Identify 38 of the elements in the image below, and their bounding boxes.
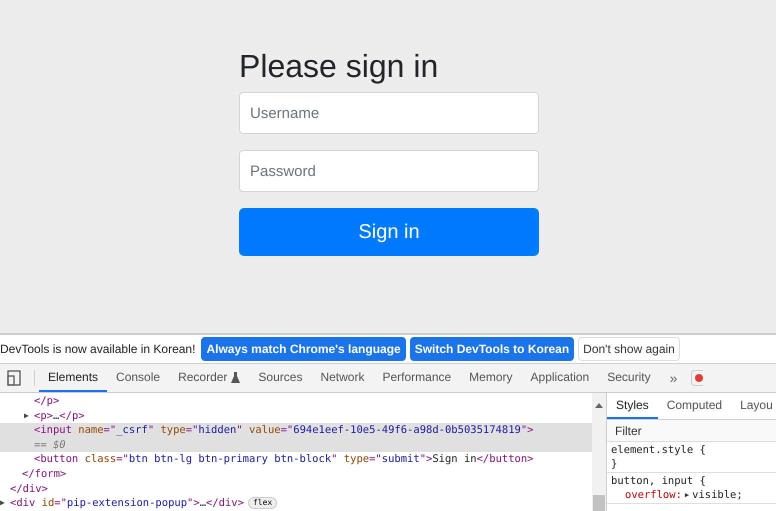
- css-selector: button, input {: [611, 474, 707, 488]
- username-field[interactable]: Username: [239, 92, 539, 134]
- devtools-tab[interactable]: Memory: [460, 364, 522, 392]
- error-icon: [691, 370, 704, 386]
- styles-tab[interactable]: Computed: [658, 393, 732, 419]
- dom-node[interactable]: </p>: [34, 394, 60, 409]
- dom-node[interactable]: <div id="pip-extension-popup">…</div>: [10, 496, 244, 511]
- css-value: visible;: [692, 488, 743, 502]
- devtools-tab[interactable]: Sources: [249, 364, 312, 392]
- dom-node[interactable]: </div>: [10, 482, 48, 496]
- flex-badge[interactable]: flex: [248, 497, 278, 510]
- styles-tab[interactable]: Layou: [731, 393, 776, 419]
- devtools-tab[interactable]: Performance: [373, 364, 460, 392]
- dom-node[interactable]: </form>: [22, 466, 66, 482]
- devtools-tab[interactable]: Network: [311, 364, 374, 392]
- banner-message: DevTools is now available in Korean!: [0, 342, 196, 356]
- devtools-tab[interactable]: Security: [598, 364, 660, 392]
- password-field[interactable]: Password: [239, 150, 539, 192]
- devtools-tab[interactable]: Elements: [39, 364, 108, 392]
- banner-button[interactable]: Switch DevTools to Korean: [410, 337, 574, 361]
- device-toolbar-icon[interactable]: [6, 370, 22, 386]
- expand-arrow[interactable]: ▶: [0, 496, 10, 511]
- more-tabs-button[interactable]: »: [660, 364, 688, 392]
- scrollbar[interactable]: [592, 393, 607, 511]
- devtools-tab[interactable]: Application: [522, 364, 598, 392]
- sign-in-button[interactable]: Sign in: [239, 208, 539, 256]
- dom-node[interactable]: <p>…</p>: [34, 408, 85, 424]
- page-title: Please sign in: [239, 48, 440, 84]
- banner-button[interactable]: Don't show again: [578, 337, 680, 361]
- devtools-tab[interactable]: Recorder: [169, 364, 250, 392]
- css-property: overflow:: [625, 488, 682, 502]
- expand-arrow[interactable]: ▶: [24, 408, 34, 424]
- css-selector: element.style {: [611, 443, 707, 457]
- banner-button[interactable]: Always match Chrome's language: [201, 337, 406, 361]
- css-brace: }: [611, 457, 618, 471]
- dom-node[interactable]: <button class="btn btn-lg btn-primary btn-block" type="submit">Sign in</button>: [34, 452, 534, 467]
- filter-field[interactable]: Filter: [607, 420, 776, 442]
- devtools-tab[interactable]: Console: [107, 364, 170, 392]
